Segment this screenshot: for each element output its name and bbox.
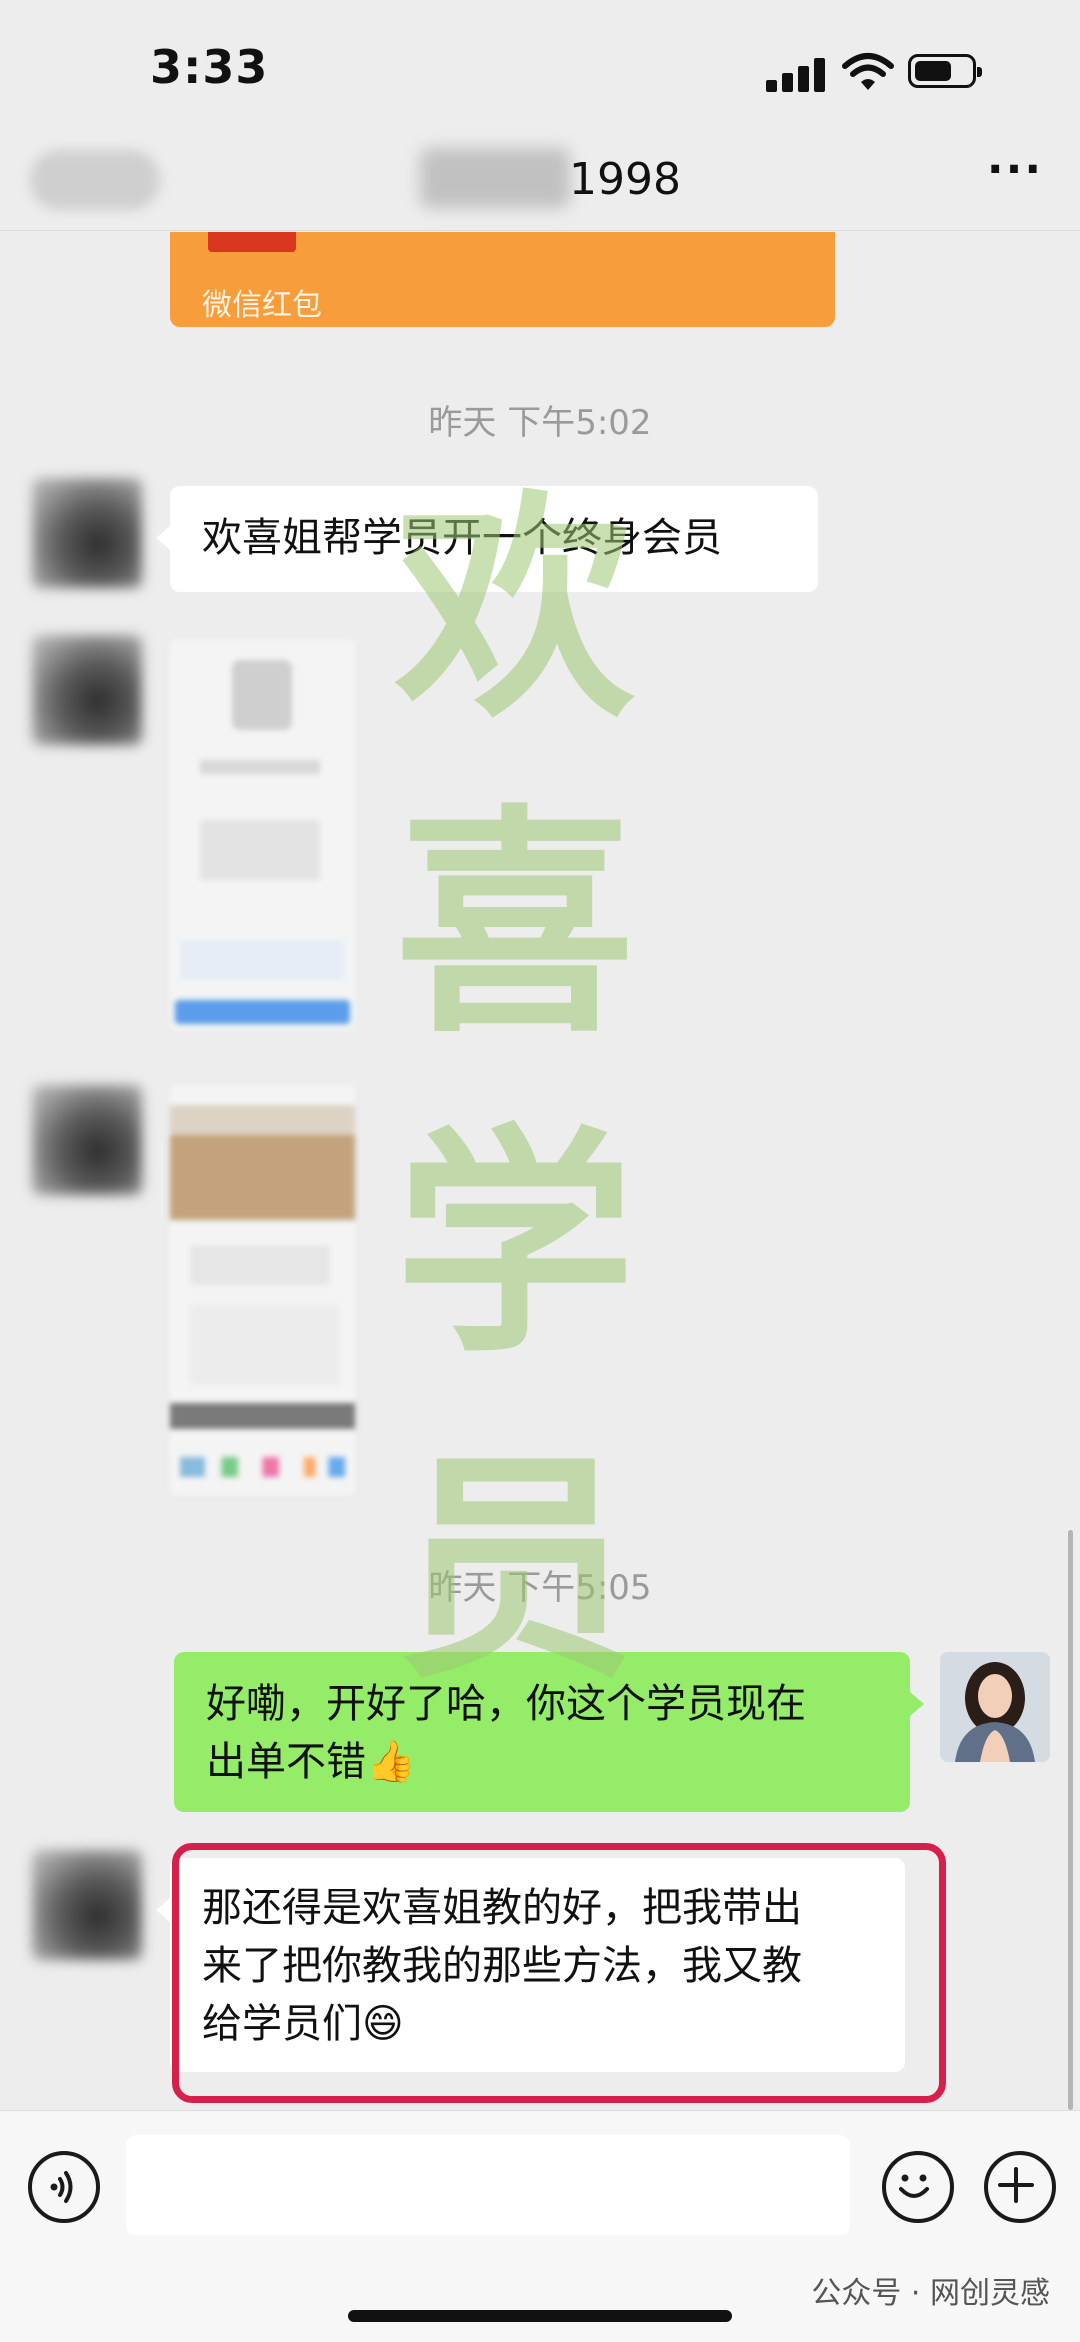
sender-avatar[interactable]	[32, 1085, 142, 1195]
plus-icon[interactable]	[984, 2151, 1056, 2223]
chat-title: 1998	[0, 154, 1080, 205]
red-packet-message[interactable]: 微信红包	[170, 232, 835, 327]
watermark-char: 学	[394, 1105, 635, 1385]
cellular-signal-icon	[766, 58, 826, 92]
red-packet-label: 微信红包	[202, 288, 322, 323]
emoji-icon[interactable]	[882, 2151, 954, 2223]
message-line: 好嘞，开好了哈，你这个学员现在	[206, 1681, 806, 1727]
timestamp: 昨天 下午5:05	[428, 1568, 652, 1608]
image-message[interactable]	[170, 640, 355, 1030]
red-packet-icon	[208, 232, 296, 252]
message-bubble-out[interactable]: 好嘞，开好了哈，你这个学员现在 出单不错👍	[174, 1652, 924, 1812]
voice-icon[interactable]	[28, 2151, 100, 2223]
chat-header: 1998 ···	[0, 130, 1080, 231]
image-message[interactable]	[170, 1085, 355, 1495]
message-text: 欢喜姐帮学员开一个终身会员	[202, 515, 722, 561]
message-input[interactable]	[126, 2135, 850, 2235]
home-indicator[interactable]	[348, 2310, 732, 2322]
scrollbar[interactable]	[1068, 1530, 1073, 2110]
status-bar: 3:33	[0, 0, 1080, 130]
sender-avatar[interactable]	[32, 478, 142, 588]
message-line: 出单不错👍	[206, 1739, 416, 1785]
wifi-icon	[842, 53, 894, 90]
source-footnote: 公众号 · 网创灵感	[811, 2276, 1050, 2311]
battery-icon	[908, 54, 982, 88]
more-options-icon[interactable]: ···	[980, 148, 1050, 210]
watermark-char: 喜	[394, 785, 635, 1065]
highlight-frame	[172, 1843, 946, 2103]
timestamp: 昨天 下午5:02	[428, 403, 652, 443]
my-avatar[interactable]	[940, 1652, 1050, 1762]
chat-title-suffix: 1998	[569, 154, 681, 205]
sender-avatar[interactable]	[32, 635, 142, 745]
status-time: 3:33	[150, 40, 269, 94]
sender-avatar[interactable]	[32, 1850, 142, 1960]
message-bubble-in[interactable]: 欢喜姐帮学员开一个终身会员	[156, 486, 818, 592]
